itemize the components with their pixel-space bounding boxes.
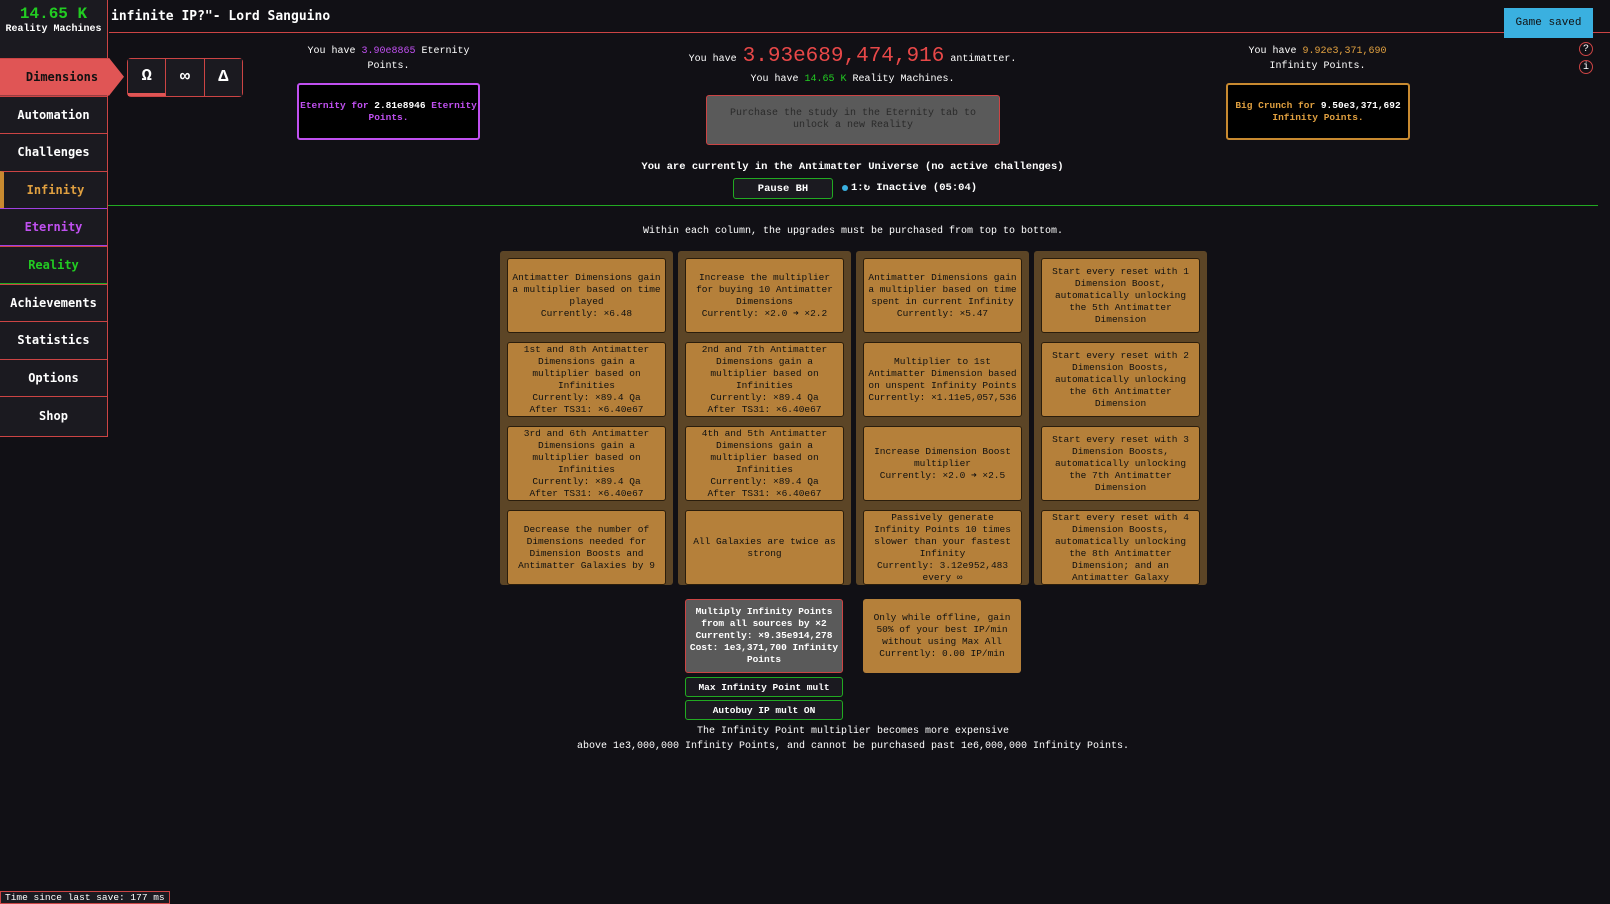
infinity-upgrade[interactable]: 4th and 5th Antimatter Dimensions gain a… [685,426,844,501]
reality-machines-header: 14.65 K Reality Machines [0,0,107,58]
sidebar: 14.65 K Reality Machines Dimensions Auto… [0,0,124,437]
sidebar-item-options[interactable]: Options [0,358,107,397]
rm-label: Reality Machines [5,24,102,35]
upgrade-column: Start every reset with 1 Dimension Boost… [1034,251,1207,585]
black-hole-icon [842,184,848,191]
infinity-upgrade[interactable]: Multiplier to 1st Antimatter Dimension b… [863,342,1022,417]
sidebar-item-dimensions[interactable]: Dimensions [0,58,124,96]
last-save-indicator: Time since last save: 177 ms [0,891,170,904]
ip-mult-note-2: above 1e3,000,000 Infinity Points, and c… [576,741,1130,752]
tab-infinity[interactable]: ∞ [166,59,205,96]
black-hole-status: 1:↻ Inactive (05:04) [842,181,977,194]
infinity-upgrade[interactable]: 2nd and 7th Antimatter Dimensions gain a… [685,342,844,417]
infinity-upgrade[interactable]: Start every reset with 2 Dimension Boost… [1041,342,1200,417]
upgrade-column: Antimatter Dimensions gain a multiplier … [856,251,1029,585]
tab-omega[interactable]: Ω [128,59,167,96]
sidebar-item-infinity[interactable]: Infinity [0,170,107,209]
subtabs: Ω ∞ Δ [127,58,243,97]
sidebar-item-reality[interactable]: Reality [0,245,107,284]
sidebar-item-shop[interactable]: Shop [0,396,107,434]
instructions: Within each column, the upgrades must be… [642,226,1064,237]
tab-delta[interactable]: Δ [204,59,242,96]
infinity-upgrade[interactable]: Antimatter Dimensions gain a multiplier … [863,258,1022,333]
infinity-upgrade[interactable]: Start every reset with 1 Dimension Boost… [1041,258,1200,333]
eternity-points-display: You have 3.90e8865 Eternity Points. [307,46,470,72]
rm-value: 14.65 K [19,5,88,23]
ip-multiplier-upgrade[interactable]: Multiply Infinity Points from all source… [685,599,843,673]
divider [108,205,1598,206]
infinity-points-display: You have 9.92e3,371,690 Infinity Points. [1248,46,1387,72]
infinity-upgrade[interactable]: Increase Dimension Boost multiplier Curre… [863,426,1022,501]
upgrade-column: Antimatter Dimensions gain a multiplier … [500,251,673,585]
news-ticker: infinite IP?"- Lord Sanguino [109,0,1610,33]
reality-button[interactable]: Purchase the study in the Eternity tab t… [706,95,1000,145]
reality-machines-display: You have 14.65 K Reality Machines. [750,74,955,85]
upgrade-column: Increase the multiplier for buying 10 An… [678,251,851,585]
eternity-button[interactable]: Eternity for 2.81e8946 Eternity Points. [297,83,480,140]
sidebar-item-achievements[interactable]: Achievements [0,283,107,322]
antimatter-display: You have 3.93e689,474,916 antimatter. [688,45,1017,68]
infinity-upgrade[interactable]: Decrease the number of Dimensions needed… [507,510,666,585]
pause-black-hole-button[interactable]: Pause BH [733,178,833,199]
offline-ip-upgrade[interactable]: Only while offline, gain 50% of your bes… [863,599,1021,673]
help-icon[interactable]: ? [1579,42,1593,56]
ep-value: 3.90e8865 [361,46,416,57]
antimatter-value: 3.93e689,474,916 [742,45,945,68]
infinity-upgrade[interactable]: Start every reset with 4 Dimension Boost… [1041,510,1200,585]
infinity-upgrade[interactable]: Start every reset with 3 Dimension Boost… [1041,426,1200,501]
info-icon[interactable]: i [1579,60,1593,74]
infinity-upgrade[interactable]: All Galaxies are twice as strong [685,510,844,585]
sidebar-item-statistics[interactable]: Statistics [0,321,107,359]
max-ip-mult-button[interactable]: Max Infinity Point mult [685,677,843,697]
infinity-upgrade[interactable]: Increase the multiplier for buying 10 An… [685,258,844,333]
game-saved-notification: Game saved [1504,8,1593,38]
autobuy-ip-mult-button[interactable]: Autobuy IP mult ON [685,700,843,720]
big-crunch-button[interactable]: Big Crunch for 9.50e3,371,692 Infinity P… [1226,83,1410,140]
infinity-upgrade[interactable]: Antimatter Dimensions gain a multiplier … [507,258,666,333]
infinity-upgrade[interactable]: 3rd and 6th Antimatter Dimensions gain a… [507,426,666,501]
ip-mult-note-1: The Infinity Point multiplier becomes mo… [696,726,1010,737]
sidebar-item-automation[interactable]: Automation [0,95,107,134]
sidebar-item-challenges[interactable]: Challenges [0,133,107,171]
infinity-upgrade[interactable]: Passively generate Infinity Points 10 ti… [863,510,1022,585]
sidebar-item-eternity[interactable]: Eternity [0,208,107,246]
universe-status: You are currently in the Antimatter Univ… [641,161,1064,173]
infinity-upgrade[interactable]: 1st and 8th Antimatter Dimensions gain a… [507,342,666,417]
